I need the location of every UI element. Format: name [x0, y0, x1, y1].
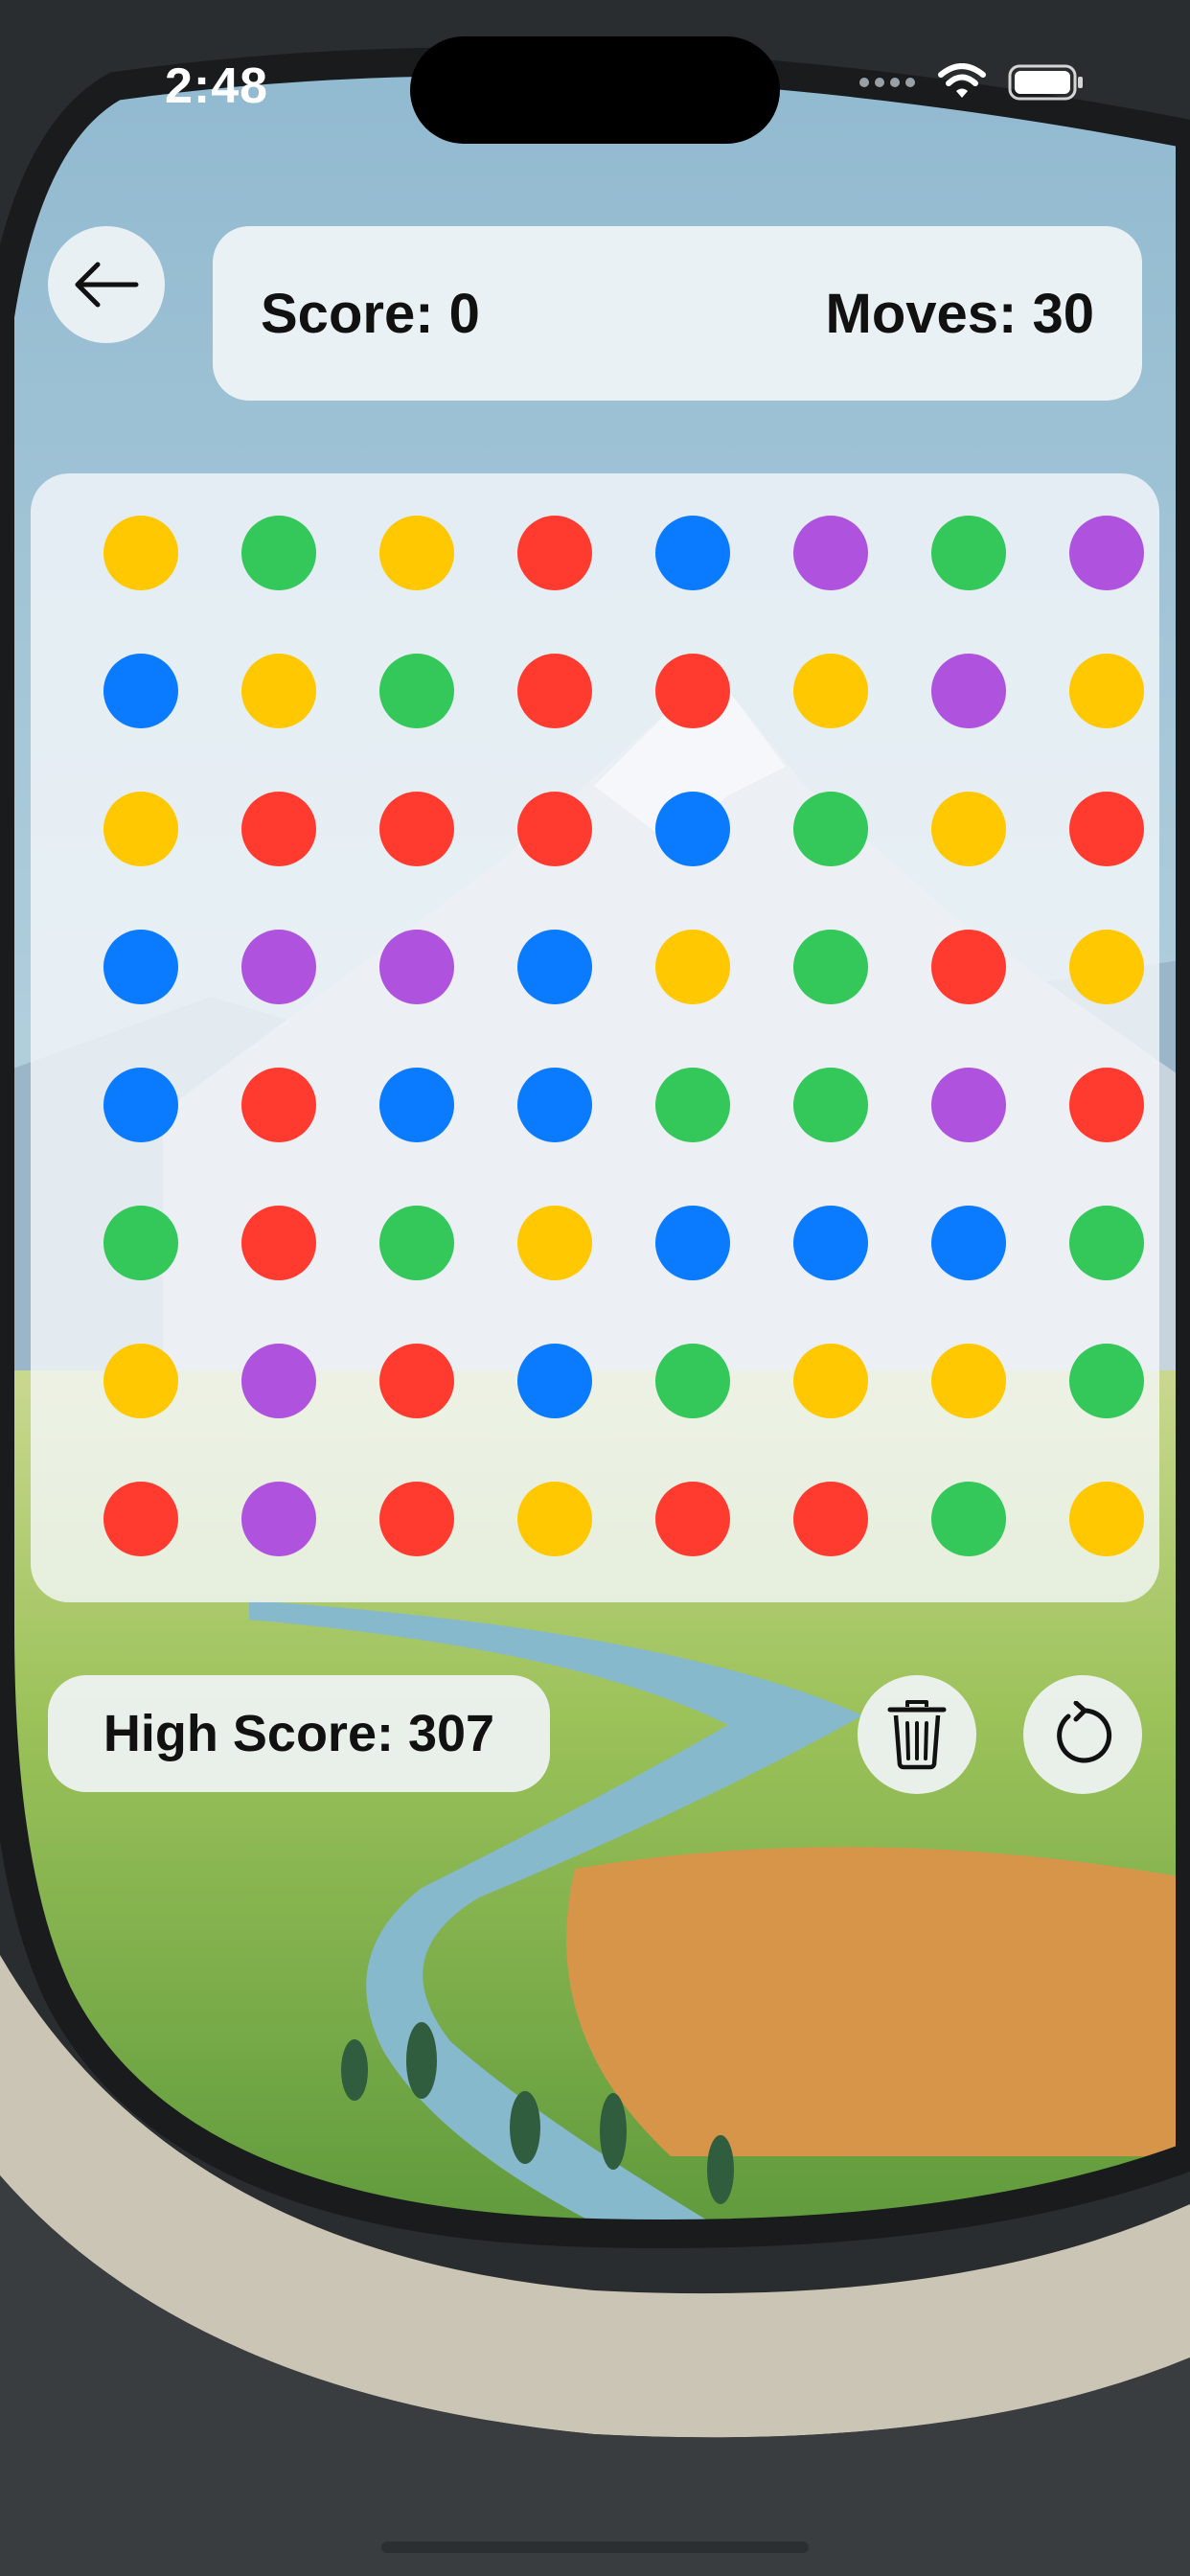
dot-yellow[interactable]: [379, 516, 454, 590]
dot-green[interactable]: [793, 1068, 868, 1142]
back-button[interactable]: [48, 226, 165, 343]
dot-red[interactable]: [793, 1482, 868, 1556]
dot-yellow[interactable]: [103, 516, 178, 590]
dot-green[interactable]: [379, 1206, 454, 1280]
wifi-icon: [938, 63, 986, 98]
dot-purple[interactable]: [241, 1344, 316, 1418]
dot-blue[interactable]: [103, 1068, 178, 1142]
home-indicator: [381, 2542, 809, 2553]
dot-blue[interactable]: [103, 930, 178, 1004]
dot-red[interactable]: [655, 654, 730, 728]
dot-green[interactable]: [793, 792, 868, 866]
high-score-label: High Score: 307: [103, 1705, 495, 1762]
dot-purple[interactable]: [793, 516, 868, 590]
restart-button[interactable]: [1023, 1675, 1142, 1794]
dot-red[interactable]: [517, 792, 592, 866]
dot-green[interactable]: [1069, 1344, 1144, 1418]
arrow-left-icon: [75, 262, 139, 308]
dot-red[interactable]: [379, 1344, 454, 1418]
dot-blue[interactable]: [931, 1206, 1006, 1280]
dot-red[interactable]: [1069, 1068, 1144, 1142]
dot-yellow[interactable]: [1069, 1482, 1144, 1556]
dot-blue[interactable]: [655, 1206, 730, 1280]
dot-red[interactable]: [517, 654, 592, 728]
dot-yellow[interactable]: [1069, 654, 1144, 728]
dot-blue[interactable]: [793, 1206, 868, 1280]
dot-purple[interactable]: [241, 1482, 316, 1556]
game-board: [31, 473, 1159, 1602]
status-icons: [858, 63, 1085, 102]
dot-purple[interactable]: [379, 930, 454, 1004]
dot-red[interactable]: [379, 792, 454, 866]
status-time: 2:48: [165, 58, 269, 114]
dot-green[interactable]: [655, 1068, 730, 1142]
dot-yellow[interactable]: [1069, 930, 1144, 1004]
score-label: Score: 0: [261, 282, 480, 345]
dot-purple[interactable]: [241, 930, 316, 1004]
moves-label: Moves: 30: [825, 282, 1094, 345]
dot-red[interactable]: [241, 792, 316, 866]
dot-green[interactable]: [1069, 1206, 1144, 1280]
dot-green[interactable]: [241, 516, 316, 590]
dot-yellow[interactable]: [517, 1482, 592, 1556]
dot-yellow[interactable]: [103, 792, 178, 866]
dot-purple[interactable]: [931, 654, 1006, 728]
score-panel: Score: 0 Moves: 30: [213, 226, 1142, 401]
dynamic-island: [410, 36, 780, 144]
dot-purple[interactable]: [1069, 516, 1144, 590]
dot-blue[interactable]: [655, 792, 730, 866]
dot-red[interactable]: [103, 1482, 178, 1556]
dot-yellow[interactable]: [655, 930, 730, 1004]
dot-green[interactable]: [793, 930, 868, 1004]
dot-red[interactable]: [1069, 792, 1144, 866]
high-score-badge: High Score: 307: [48, 1675, 550, 1792]
battery-icon: [1008, 64, 1083, 101]
dot-green[interactable]: [655, 1344, 730, 1418]
dot-yellow[interactable]: [517, 1206, 592, 1280]
dot-green[interactable]: [103, 1206, 178, 1280]
dot-red[interactable]: [517, 516, 592, 590]
dot-green[interactable]: [379, 654, 454, 728]
dot-blue[interactable]: [379, 1068, 454, 1142]
dot-yellow[interactable]: [793, 654, 868, 728]
dot-red[interactable]: [931, 930, 1006, 1004]
restart-icon: [1057, 1701, 1112, 1763]
dot-yellow[interactable]: [793, 1344, 868, 1418]
dot-red[interactable]: [241, 1206, 316, 1280]
dot-yellow[interactable]: [931, 792, 1006, 866]
game-screen: 2:48 Score: 0 Moves: 30 High Score: 307: [0, 0, 1190, 2576]
dot-red[interactable]: [655, 1482, 730, 1556]
dot-yellow[interactable]: [241, 654, 316, 728]
dot-blue[interactable]: [517, 1068, 592, 1142]
dot-blue[interactable]: [655, 516, 730, 590]
trash-icon: [887, 1700, 947, 1770]
trash-button[interactable]: [858, 1675, 976, 1794]
dot-green[interactable]: [931, 516, 1006, 590]
dot-red[interactable]: [379, 1482, 454, 1556]
signal-icon: [859, 78, 915, 87]
dot-yellow[interactable]: [103, 1344, 178, 1418]
dot-purple[interactable]: [931, 1068, 1006, 1142]
dot-yellow[interactable]: [931, 1344, 1006, 1418]
dot-red[interactable]: [241, 1068, 316, 1142]
dot-blue[interactable]: [517, 1344, 592, 1418]
dot-blue[interactable]: [517, 930, 592, 1004]
dot-blue[interactable]: [103, 654, 178, 728]
dot-green[interactable]: [931, 1482, 1006, 1556]
